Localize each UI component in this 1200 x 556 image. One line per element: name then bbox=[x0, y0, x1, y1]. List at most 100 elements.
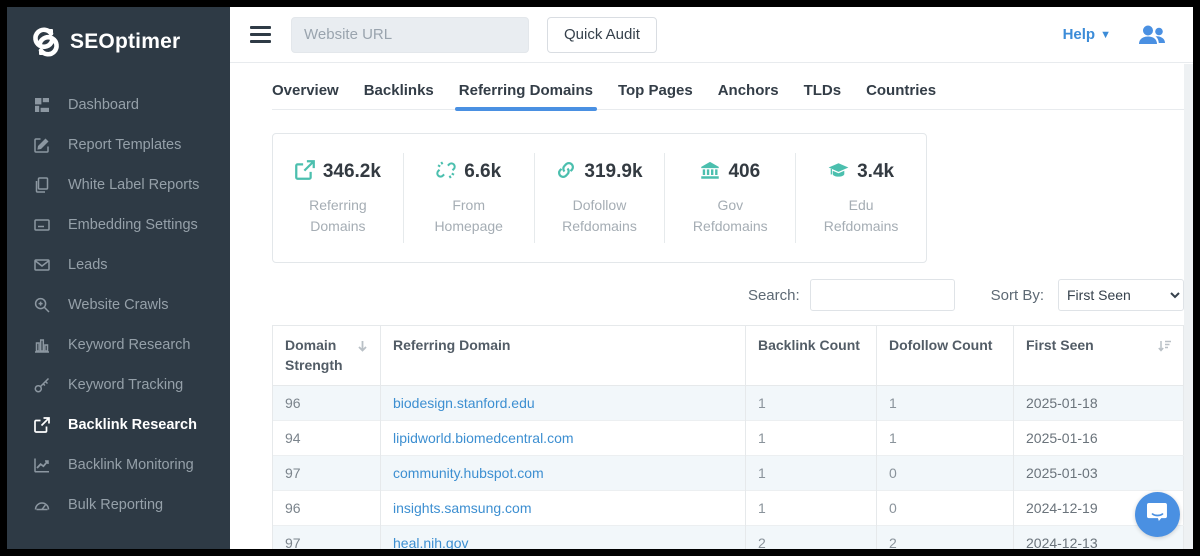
cell-dofollow-count: 1 bbox=[877, 420, 1014, 455]
quick-audit-button[interactable]: Quick Audit bbox=[547, 17, 657, 53]
sidebar-item-keyword-tracking[interactable]: Keyword Tracking bbox=[7, 365, 230, 405]
column-header-referring-domain[interactable]: Referring Domain bbox=[381, 326, 746, 386]
brand-logo[interactable]: SEOptimer bbox=[7, 7, 230, 71]
sidebar-item-label: Bulk Reporting bbox=[68, 497, 163, 513]
chat-launcher-button[interactable] bbox=[1135, 492, 1180, 537]
sidebar-item-dashboard[interactable]: Dashboard bbox=[7, 85, 230, 125]
tab-top-pages[interactable]: Top Pages bbox=[618, 76, 693, 109]
users-icon[interactable] bbox=[1137, 23, 1167, 47]
sidebar-item-website-crawls[interactable]: Website Crawls bbox=[7, 285, 230, 325]
table-header-row: Domain Strength Referring Domain Backlin… bbox=[273, 326, 1184, 386]
website-url-input[interactable] bbox=[291, 17, 529, 53]
sort-by-select[interactable]: First Seen bbox=[1058, 279, 1184, 311]
tab-tlds[interactable]: TLDs bbox=[804, 76, 842, 109]
main-area: Quick Audit Help▼ Overview Backlinks Ref… bbox=[230, 7, 1193, 549]
referring-domain-link[interactable]: biodesign.stanford.edu bbox=[393, 395, 535, 411]
cell-domain-strength: 96 bbox=[273, 385, 381, 420]
bar-chart-icon bbox=[33, 337, 51, 353]
sidebar-item-leads[interactable]: Leads bbox=[7, 245, 230, 285]
arrow-down-icon bbox=[357, 337, 368, 357]
column-header-dofollow-count[interactable]: Dofollow Count bbox=[877, 326, 1014, 386]
broken-link-icon bbox=[436, 160, 456, 185]
cell-domain-strength: 97 bbox=[273, 525, 381, 549]
stat-value: 406 bbox=[728, 161, 760, 183]
stat-value: 319.9k bbox=[584, 161, 642, 183]
tab-backlinks[interactable]: Backlinks bbox=[364, 76, 434, 109]
column-label: First Seen bbox=[1026, 335, 1094, 355]
column-header-backlink-count[interactable]: Backlink Count bbox=[746, 326, 877, 386]
sidebar-item-embedding-settings[interactable]: Embedding Settings bbox=[7, 205, 230, 245]
sidebar-item-label: Backlink Monitoring bbox=[68, 457, 194, 473]
stat-dofollow-refdomains: 319.9k Dofollow Refdomains bbox=[534, 153, 665, 243]
column-label: Referring Domain bbox=[393, 337, 510, 353]
file-copy-icon bbox=[33, 177, 51, 193]
cell-dofollow-count: 0 bbox=[877, 490, 1014, 525]
table-row: 94 lipidworld.biomedcentral.com 1 1 2025… bbox=[273, 420, 1184, 455]
sidebar-item-bulk-reporting[interactable]: Bulk Reporting bbox=[7, 485, 230, 525]
sidebar-item-white-label-reports[interactable]: White Label Reports bbox=[7, 165, 230, 205]
cell-domain-strength: 94 bbox=[273, 420, 381, 455]
cell-first-seen: 2025-01-16 bbox=[1014, 420, 1184, 455]
referring-domain-link[interactable]: lipidworld.biomedcentral.com bbox=[393, 430, 574, 446]
tab-overview[interactable]: Overview bbox=[272, 76, 339, 109]
help-dropdown[interactable]: Help▼ bbox=[1063, 26, 1111, 43]
column-header-domain-strength[interactable]: Domain Strength bbox=[273, 326, 381, 386]
hamburger-menu-icon[interactable] bbox=[248, 22, 273, 47]
graduation-cap-icon bbox=[828, 160, 849, 185]
column-header-first-seen[interactable]: First Seen bbox=[1014, 326, 1184, 386]
sidebar-item-label: Website Crawls bbox=[68, 297, 168, 313]
cell-referring-domain: community.hubspot.com bbox=[381, 455, 746, 490]
sidebar-item-label: White Label Reports bbox=[68, 177, 199, 193]
column-label: Dofollow Count bbox=[889, 337, 992, 353]
cell-backlink-count: 1 bbox=[746, 490, 877, 525]
cell-dofollow-count: 0 bbox=[877, 455, 1014, 490]
tab-countries[interactable]: Countries bbox=[866, 76, 936, 109]
stat-gov-refdomains: 406 Gov Refdomains bbox=[664, 153, 795, 243]
stat-from-homepage: 6.6k From Homepage bbox=[403, 153, 534, 243]
cell-referring-domain: heal.nih.gov bbox=[381, 525, 746, 549]
key-icon bbox=[33, 377, 51, 393]
cell-first-seen: 2025-01-18 bbox=[1014, 385, 1184, 420]
cell-backlink-count: 1 bbox=[746, 420, 877, 455]
scrollbar-track[interactable] bbox=[1184, 64, 1193, 549]
sidebar-item-backlink-monitoring[interactable]: Backlink Monitoring bbox=[7, 445, 230, 485]
sidebar-nav: Dashboard Report Templates White Label R… bbox=[7, 85, 230, 525]
tab-referring-domains[interactable]: Referring Domains bbox=[459, 76, 593, 109]
line-chart-icon bbox=[33, 457, 51, 473]
stat-value: 6.6k bbox=[464, 161, 501, 183]
stat-label: From Homepage bbox=[423, 195, 515, 237]
cell-referring-domain: insights.samsung.com bbox=[381, 490, 746, 525]
cell-domain-strength: 97 bbox=[273, 455, 381, 490]
stat-label: Edu Refdomains bbox=[815, 195, 907, 237]
gauge-icon bbox=[33, 497, 51, 513]
chat-bubble-icon bbox=[1147, 502, 1168, 527]
referring-domain-link[interactable]: community.hubspot.com bbox=[393, 465, 544, 481]
search-input[interactable] bbox=[810, 279, 955, 311]
sort-amount-icon bbox=[1158, 337, 1171, 357]
envelope-icon bbox=[33, 257, 51, 273]
stat-referring-domains: 346.2k Referring Domains bbox=[273, 153, 403, 243]
embed-card-icon bbox=[33, 217, 51, 233]
search-plus-icon bbox=[33, 297, 51, 313]
column-label: Domain Strength bbox=[285, 335, 351, 376]
cell-referring-domain: biodesign.stanford.edu bbox=[381, 385, 746, 420]
sidebar-item-label: Leads bbox=[68, 257, 108, 273]
cell-domain-strength: 96 bbox=[273, 490, 381, 525]
cell-referring-domain: lipidworld.biomedcentral.com bbox=[381, 420, 746, 455]
external-link-icon bbox=[295, 160, 315, 185]
sidebar-item-backlink-research[interactable]: Backlink Research bbox=[7, 405, 230, 445]
stat-label: Referring Domains bbox=[292, 195, 384, 237]
table-row: 96 insights.samsung.com 1 0 2024-12-19 bbox=[273, 490, 1184, 525]
table-row: 97 community.hubspot.com 1 0 2025-01-03 bbox=[273, 455, 1184, 490]
chevron-down-icon: ▼ bbox=[1100, 29, 1111, 41]
referring-domain-link[interactable]: heal.nih.gov bbox=[393, 535, 469, 549]
referring-domain-link[interactable]: insights.samsung.com bbox=[393, 500, 532, 516]
sidebar-item-report-templates[interactable]: Report Templates bbox=[7, 125, 230, 165]
dashboard-grid-icon bbox=[33, 97, 51, 113]
sidebar-item-label: Backlink Research bbox=[68, 417, 197, 433]
topbar-right: Help▼ bbox=[1063, 23, 1167, 47]
sidebar-item-keyword-research[interactable]: Keyword Research bbox=[7, 325, 230, 365]
sidebar-item-label: Keyword Research bbox=[68, 337, 191, 353]
tab-anchors[interactable]: Anchors bbox=[718, 76, 779, 109]
app-window: SEOptimer Dashboard Report Templates Whi… bbox=[0, 0, 1200, 556]
